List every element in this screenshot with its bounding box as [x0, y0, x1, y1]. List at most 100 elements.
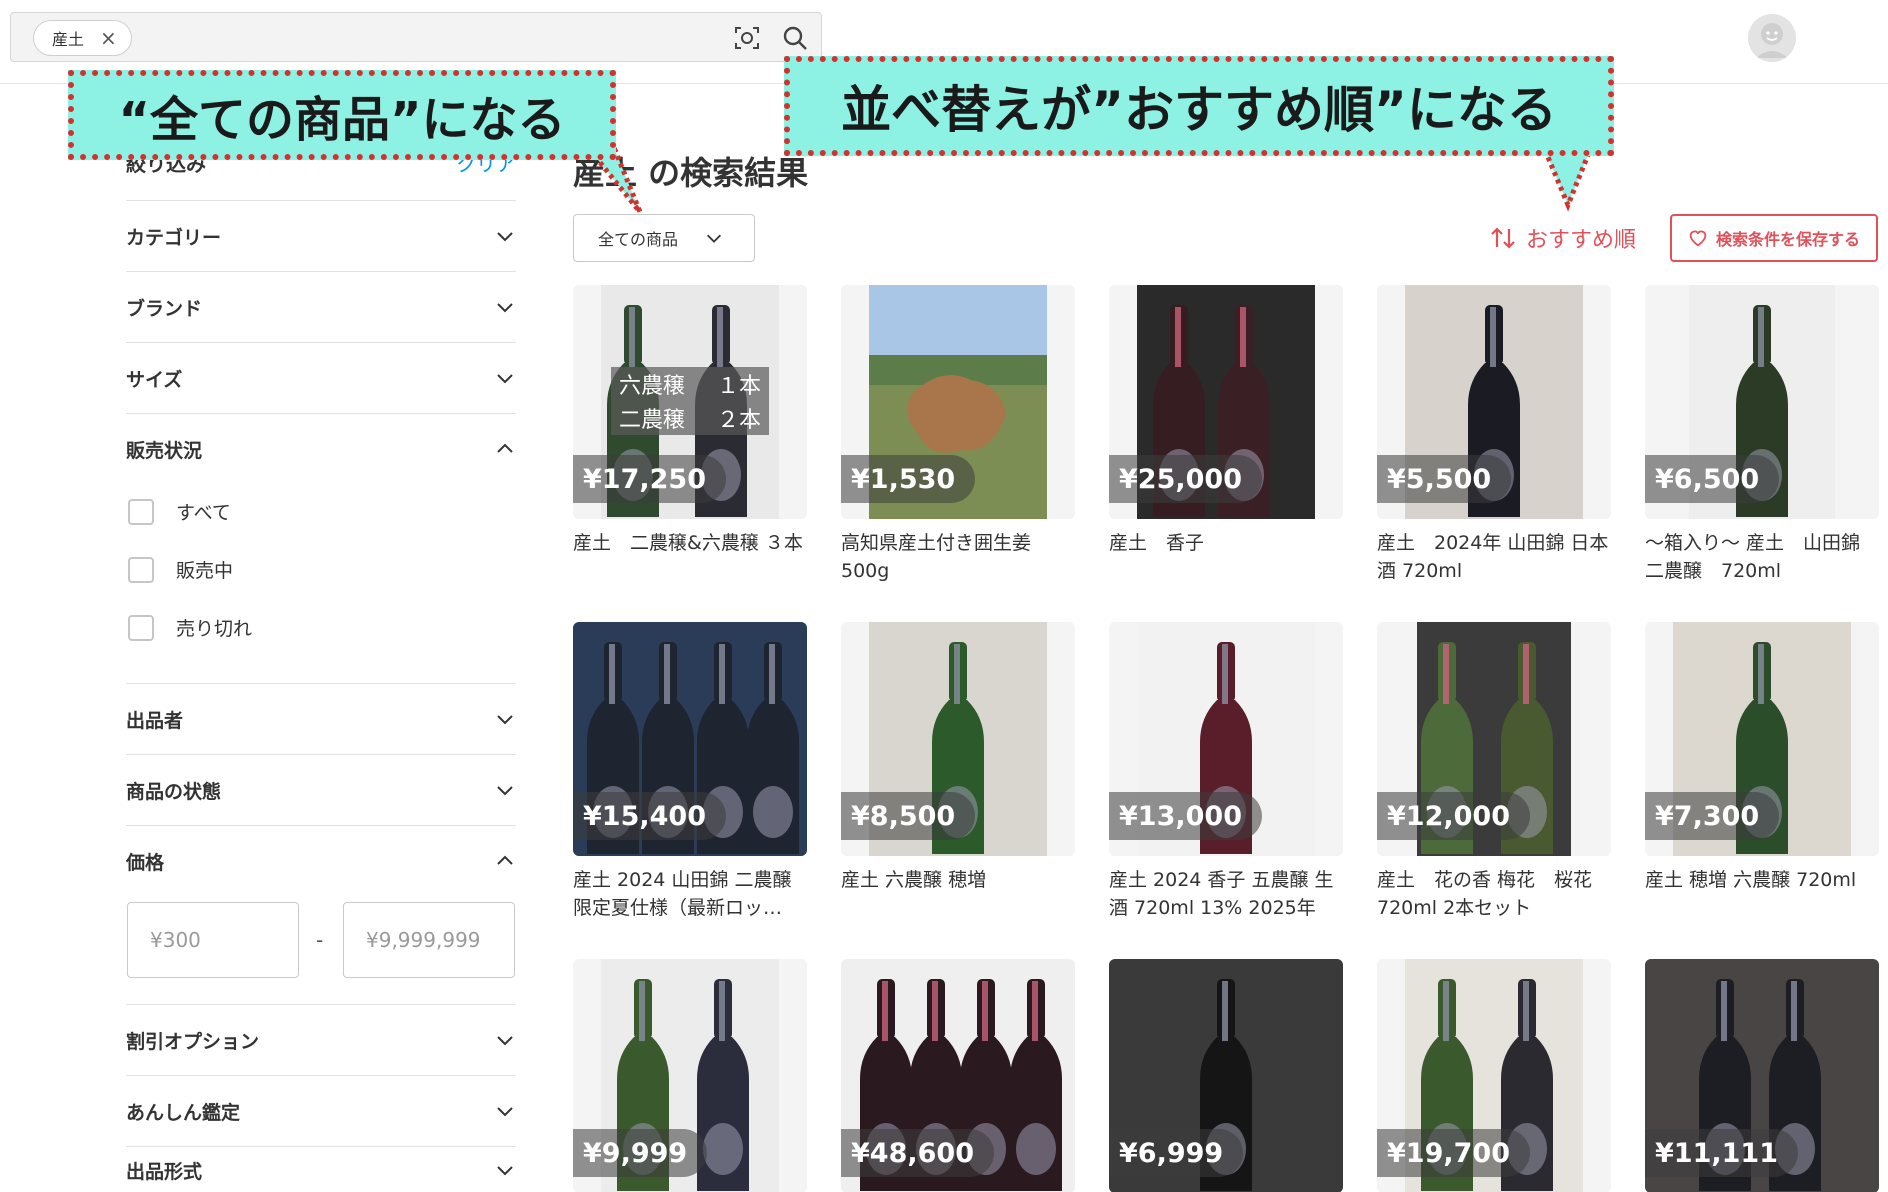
- product-card[interactable]: ¥9,999: [573, 959, 807, 1192]
- filter-listing-type[interactable]: 出品形式: [126, 1146, 516, 1192]
- price-tag: ¥11,111: [1645, 1129, 1798, 1177]
- price-tag: ¥19,700: [1377, 1129, 1530, 1177]
- chevron-down-icon: [497, 786, 513, 796]
- price-tag: ¥17,250: [573, 455, 726, 503]
- product-card[interactable]: ¥25,000 産土 香子: [1109, 285, 1343, 585]
- image-caption: 六農穣 １本: [611, 367, 769, 401]
- filter-discount[interactable]: 割引オプション: [126, 1004, 516, 1075]
- product-thumbnail[interactable]: ¥1,530: [841, 285, 1075, 519]
- product-thumbnail[interactable]: ¥9,999: [573, 959, 807, 1192]
- chevron-up-icon: [497, 443, 513, 453]
- product-title[interactable]: 産土 二農穣&六農穣 ３本: [573, 529, 807, 585]
- caption-text: ２本: [716, 408, 761, 433]
- filter-label: 割引オプション: [126, 1030, 260, 1053]
- filter-sales-status[interactable]: 販売状況: [126, 413, 516, 484]
- price-max-input[interactable]: ¥9,999,999: [343, 902, 515, 978]
- product-thumbnail[interactable]: ¥7,300: [1645, 622, 1879, 856]
- product-card[interactable]: ¥11,111: [1645, 959, 1879, 1192]
- price-tag: ¥15,400: [573, 792, 726, 840]
- filter-label: 出品形式: [126, 1160, 203, 1183]
- product-title[interactable]: 産土 2024 山田錦 二農醸 限定夏仕様（最新ロッ…: [573, 866, 807, 922]
- product-thumbnail[interactable]: ¥8,500: [841, 622, 1075, 856]
- sort-label: おすすめ順: [1526, 228, 1637, 253]
- product-thumbnail[interactable]: ¥12,000: [1377, 622, 1611, 856]
- filter-brand[interactable]: ブランド: [126, 271, 516, 342]
- product-thumbnail[interactable]: 六農穣 １本二農穣 ２本 ¥17,250: [573, 285, 807, 519]
- save-search-button[interactable]: 検索条件を保存する: [1670, 214, 1878, 262]
- product-thumbnail[interactable]: ¥48,600: [841, 959, 1075, 1192]
- sort-arrows-icon: [1491, 227, 1515, 249]
- price-tag: ¥9,999: [573, 1129, 708, 1177]
- product-title[interactable]: 産土 花の香 梅花 桜花 720ml 2本セット: [1377, 866, 1611, 922]
- caption-text: 二農穣: [619, 408, 686, 433]
- user-face-icon: [1748, 14, 1796, 62]
- search-icon[interactable]: [781, 24, 809, 52]
- category-select[interactable]: 全ての商品: [573, 214, 755, 262]
- product-title[interactable]: 産土 2024年 山田錦 日本酒 720ml: [1377, 529, 1611, 585]
- close-icon[interactable]: ×: [100, 28, 117, 48]
- checkbox-sold-out[interactable]: 売り切れ: [128, 614, 252, 641]
- product-title[interactable]: 高知県産土付き囲生姜 500g: [841, 529, 1075, 585]
- filter-condition[interactable]: 商品の状態: [126, 754, 516, 825]
- chevron-down-icon: [497, 232, 513, 242]
- checkbox[interactable]: [128, 556, 154, 583]
- sort-select[interactable]: おすすめ順: [1490, 222, 1636, 254]
- product-card[interactable]: 六農穣 １本二農穣 ２本 ¥17,250 産土 二農穣&六農穣 ３本: [573, 285, 807, 585]
- image-caption: 二農穣 ２本: [611, 401, 769, 435]
- filter-size[interactable]: サイズ: [126, 342, 516, 413]
- product-card[interactable]: ¥15,400 産土 2024 山田錦 二農醸 限定夏仕様（最新ロッ…: [573, 622, 807, 922]
- chevron-up-icon: [497, 855, 513, 865]
- checkbox-on-sale[interactable]: 販売中: [128, 556, 233, 583]
- product-thumbnail[interactable]: ¥6,999: [1109, 959, 1343, 1192]
- checkbox[interactable]: [128, 498, 154, 525]
- product-card[interactable]: ¥6,500 〜箱入り〜 産土 山田錦 二農醸 720ml: [1645, 285, 1879, 585]
- product-thumbnail[interactable]: ¥13,000: [1109, 622, 1343, 856]
- category-select-value: 全ての商品: [598, 230, 679, 249]
- avatar[interactable]: [1748, 14, 1796, 62]
- chevron-down-icon: [707, 234, 722, 243]
- product-thumbnail[interactable]: ¥19,700: [1377, 959, 1611, 1192]
- product-card[interactable]: ¥12,000 産土 花の香 梅花 桜花 720ml 2本セット: [1377, 622, 1611, 922]
- checkbox[interactable]: [128, 614, 154, 641]
- product-title[interactable]: 産土 香子: [1109, 529, 1343, 585]
- product-title[interactable]: 産土 六農醸 穂増: [841, 866, 1075, 922]
- product-thumbnail[interactable]: ¥11,111: [1645, 959, 1879, 1192]
- product-title[interactable]: 産土 穂増 六農醸 720ml: [1645, 866, 1879, 922]
- product-thumbnail[interactable]: ¥15,400: [573, 622, 807, 856]
- product-card[interactable]: ¥7,300 産土 穂増 六農醸 720ml: [1645, 622, 1879, 922]
- filter-label: サイズ: [126, 368, 183, 391]
- search-keyword-chip[interactable]: 産土 ×: [33, 20, 132, 56]
- product-card[interactable]: ¥1,530 高知県産土付き囲生姜 500g: [841, 285, 1075, 585]
- checkbox-all[interactable]: すべて: [128, 498, 231, 525]
- annotation-category: “全ての商品”になる: [68, 70, 616, 160]
- product-card[interactable]: ¥13,000 産土 2024 香子 五農醸 生酒 720ml 13% 2025年…: [1109, 622, 1343, 922]
- filter-price[interactable]: 価格: [126, 825, 516, 896]
- product-title[interactable]: 産土 2024 香子 五農醸 生酒 720ml 13% 2025年4…: [1109, 866, 1343, 922]
- price-min-input[interactable]: ¥300: [127, 902, 299, 978]
- product-title[interactable]: 〜箱入り〜 産土 山田錦 二農醸 720ml: [1645, 529, 1879, 585]
- checkbox-label: 売り切れ: [176, 618, 253, 640]
- price-tag: ¥7,300: [1645, 792, 1780, 840]
- price-tag: ¥6,500: [1645, 455, 1780, 503]
- product-card[interactable]: ¥8,500 産土 六農醸 穂増: [841, 622, 1075, 922]
- filter-seller[interactable]: 出品者: [126, 683, 516, 754]
- filter-authentication[interactable]: あんしん鑑定: [126, 1075, 516, 1146]
- product-thumbnail[interactable]: ¥5,500: [1377, 285, 1611, 519]
- product-card[interactable]: ¥5,500 産土 2024年 山田錦 日本酒 720ml: [1377, 285, 1611, 585]
- chevron-down-icon: [497, 1036, 513, 1046]
- product-card[interactable]: ¥48,600: [841, 959, 1075, 1192]
- filter-category[interactable]: カテゴリー: [126, 200, 516, 271]
- product-card[interactable]: ¥6,999: [1109, 959, 1343, 1192]
- price-tag: ¥25,000: [1109, 455, 1262, 503]
- filter-label: ブランド: [126, 297, 203, 320]
- product-thumbnail[interactable]: ¥25,000: [1109, 285, 1343, 519]
- save-search-label: 検索条件を保存する: [1715, 230, 1860, 249]
- product-card[interactable]: ¥19,700: [1377, 959, 1611, 1192]
- filter-label: あんしん鑑定: [126, 1101, 241, 1124]
- price-tag: ¥5,500: [1377, 455, 1512, 503]
- product-thumbnail[interactable]: ¥6,500: [1645, 285, 1879, 519]
- price-tag: ¥6,999: [1109, 1129, 1244, 1177]
- chevron-down-icon: [497, 1107, 513, 1117]
- image-search-icon[interactable]: [733, 24, 761, 52]
- search-bar[interactable]: 産土 ×: [10, 12, 822, 62]
